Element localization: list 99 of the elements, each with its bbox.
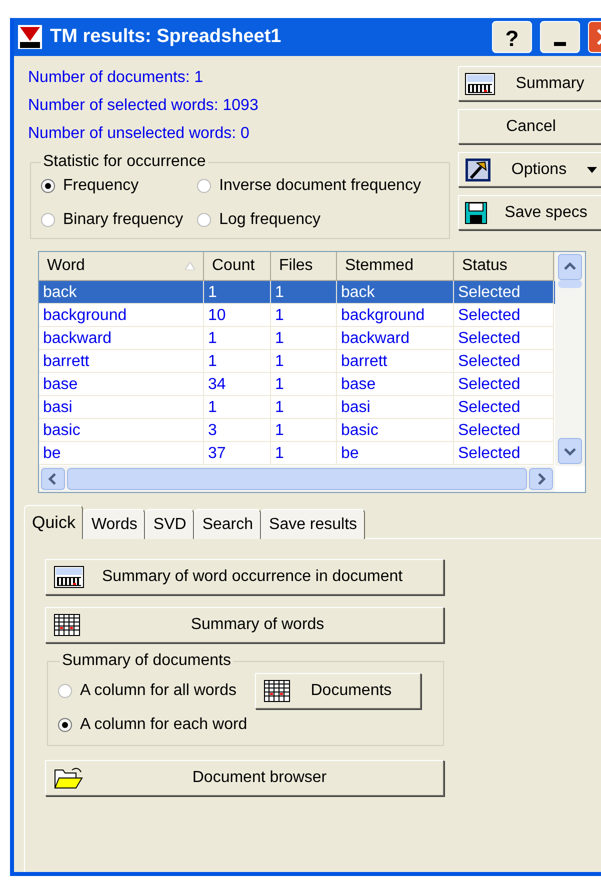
tab[interactable]: Search (194, 509, 262, 539)
table-cell: barrett (39, 350, 204, 373)
radio-button[interactable] (58, 718, 72, 732)
app-logo-icon (18, 25, 42, 49)
radio-label[interactable]: Log frequency (219, 208, 320, 232)
window-title: TM results: Spreadsheet1 (50, 24, 282, 49)
radio-label[interactable]: Binary frequency (63, 208, 184, 232)
vertical-scrollbar[interactable] (555, 252, 585, 466)
table-row[interactable]: basi 1 1 basi Selected (39, 396, 555, 419)
scroll-right-icon[interactable] (529, 468, 553, 490)
table-row[interactable]: backward 1 1 backward Selected (39, 327, 555, 350)
table-cell: background (337, 304, 454, 327)
grid-icon (54, 614, 80, 636)
table-cell: base (39, 373, 204, 396)
table-cell: basi (337, 396, 454, 419)
table-row[interactable]: basic 3 1 basic Selected (39, 419, 555, 442)
scroll-up-icon[interactable] (558, 254, 582, 280)
table-cell: barrett (337, 350, 454, 373)
table-cell: basi (39, 396, 204, 419)
radio-label[interactable]: Inverse document frequency (219, 174, 421, 198)
minimize-icon (554, 42, 566, 46)
table-cell: Selected (454, 281, 554, 304)
table-cell: Selected (454, 327, 554, 350)
table-cell: 1 (271, 396, 337, 419)
minimize-button[interactable] (540, 21, 580, 53)
caret-icon (587, 166, 597, 172)
table-cell: Selected (454, 442, 554, 465)
folder-icon (54, 766, 84, 790)
table-cell: 1 (204, 281, 271, 304)
help-button[interactable]: ? (492, 21, 532, 53)
table-cell: 1 (271, 442, 337, 465)
info-text: Number of documents: 1 (28, 68, 204, 88)
table-cell: be (337, 442, 454, 465)
calculator-icon (54, 566, 84, 588)
radio-button[interactable] (58, 684, 72, 698)
table-cell: 1 (204, 327, 271, 350)
table-row[interactable]: background 10 1 background Selected (39, 304, 555, 327)
info-text: Number of selected words: 1093 (28, 96, 260, 116)
table-cell: basic (337, 419, 454, 442)
table-cell: be (39, 442, 204, 465)
table-row[interactable]: back 1 1 back Selected (39, 281, 555, 304)
table-cell: Selected (454, 419, 554, 442)
table-cell: base (337, 373, 454, 396)
table-cell: backward (337, 327, 454, 350)
table-cell: 1 (204, 350, 271, 373)
documents-button[interactable]: Documents (255, 673, 422, 709)
table-cell: 1 (271, 327, 337, 350)
table-cell: 3 (204, 419, 271, 442)
calculator-icon (465, 72, 495, 94)
summary-words-button[interactable]: Summary of words (45, 607, 444, 643)
side-button[interactable]: Save specs (458, 195, 601, 230)
scroll-thumb[interactable] (67, 468, 527, 490)
table-cell: Selected (454, 373, 554, 396)
radio-label[interactable]: Frequency (63, 174, 139, 198)
table-cell: backward (39, 327, 204, 350)
table-cell: 34 (204, 373, 271, 396)
table-cell: 1 (271, 281, 337, 304)
radio-button[interactable] (197, 213, 212, 227)
document-browser-button[interactable]: Document browser (45, 760, 444, 796)
table-row[interactable]: be 37 1 be Selected (39, 442, 555, 465)
side-button[interactable]: Cancel (458, 109, 601, 144)
table-row[interactable]: base 34 1 base Selected (39, 373, 555, 396)
scroll-down-icon[interactable] (558, 438, 582, 464)
table-cell: basic (39, 419, 204, 442)
grid-icon (264, 680, 290, 702)
scroll-thumb[interactable] (558, 280, 582, 288)
side-button[interactable]: Summary (458, 66, 601, 101)
tab[interactable]: Save results (261, 509, 366, 539)
horizontal-scrollbar[interactable] (39, 466, 555, 492)
radio-button[interactable] (197, 179, 212, 193)
tab[interactable]: Words (83, 509, 146, 539)
table-cell: 1 (204, 396, 271, 419)
table-cell: 10 (204, 304, 271, 327)
table-cell: 1 (271, 304, 337, 327)
table-row[interactable]: barrett 1 1 barrett Selected (39, 350, 555, 373)
table-cell: 1 (271, 419, 337, 442)
table-cell: Selected (454, 396, 554, 419)
table-cell: Selected (454, 350, 554, 373)
group-title: Statistic for occurrence (42, 152, 207, 172)
radio-button[interactable] (41, 179, 55, 193)
hammer-icon (465, 158, 491, 182)
table-cell: 1 (271, 373, 337, 396)
tab[interactable]: Quick (24, 505, 84, 539)
table-cell: 1 (271, 350, 337, 373)
radio-label[interactable]: A column for all words (80, 679, 237, 703)
side-button[interactable]: Options (458, 152, 601, 187)
table-cell: back (337, 281, 454, 304)
info-text: Number of unselected words: 0 (28, 124, 250, 144)
scroll-left-icon[interactable] (41, 468, 65, 490)
tab[interactable]: SVD (145, 509, 194, 539)
table-cell: 37 (204, 442, 271, 465)
radio-button[interactable] (41, 213, 55, 227)
sort-arrow-icon (185, 262, 195, 270)
summary-occurrence-button[interactable]: Summary of word occurrence in document (45, 559, 444, 595)
table-cell: back (39, 281, 204, 304)
radio-label[interactable]: A column for each word (80, 713, 248, 737)
table-cell: Selected (454, 304, 554, 327)
group-title: Summary of documents (61, 651, 232, 671)
table-cell: background (39, 304, 204, 327)
